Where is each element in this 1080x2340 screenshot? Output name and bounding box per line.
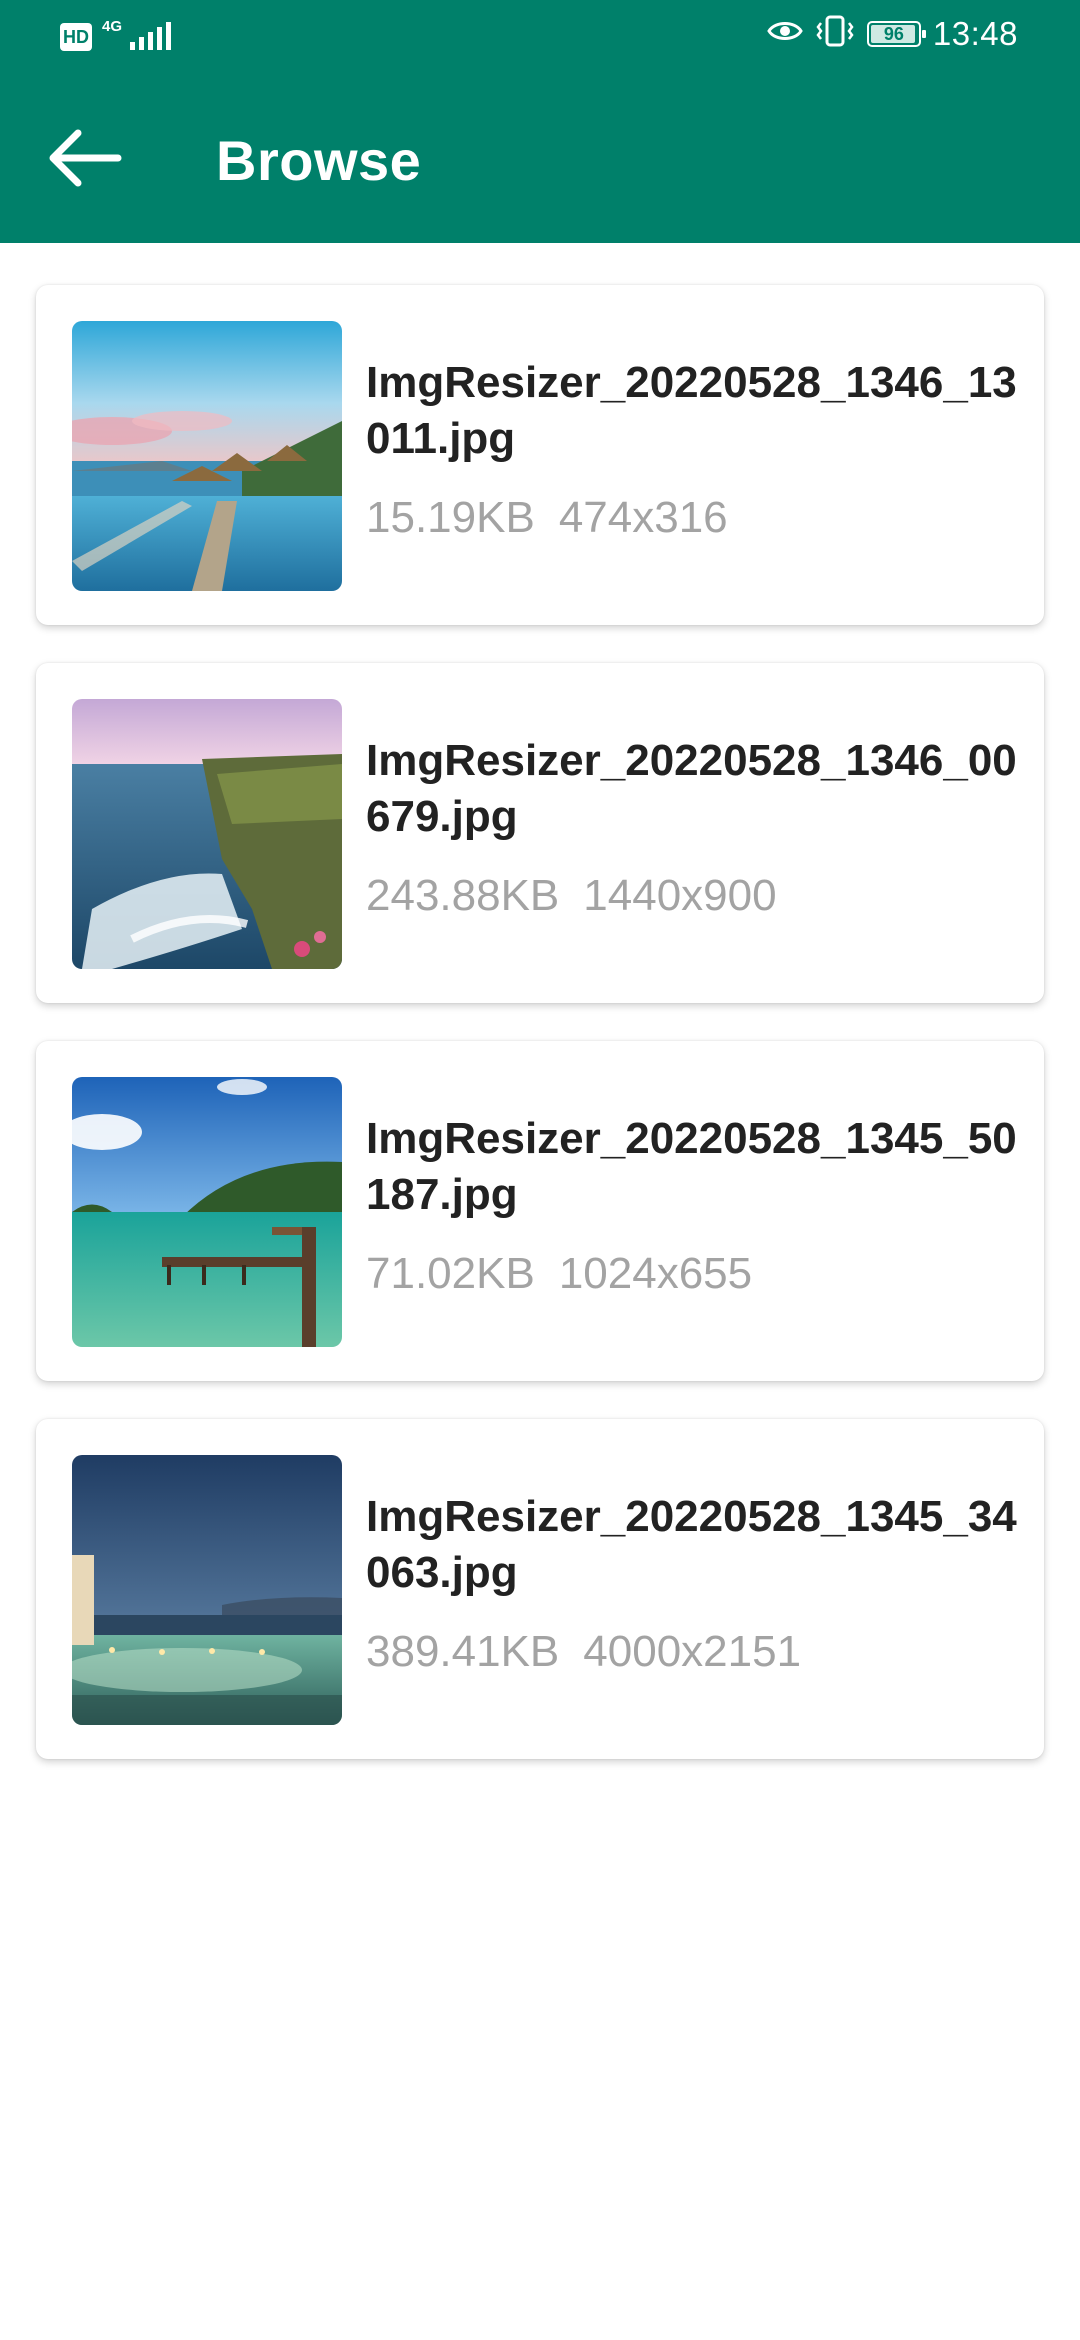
file-card[interactable]: ImgResizer_20220528_1346_13011.jpg 15.19…: [36, 285, 1044, 625]
file-thumbnail: [72, 699, 342, 969]
file-size: 15.19KB: [366, 493, 535, 542]
status-left: HD 4G: [60, 18, 194, 54]
file-list: ImgResizer_20220528_1346_13011.jpg 15.19…: [36, 285, 1044, 1797]
file-size: 243.88KB: [366, 871, 560, 920]
back-button[interactable]: [34, 108, 134, 208]
hd-badge: HD: [60, 23, 92, 51]
network-type-label: 4G: [102, 18, 123, 35]
file-dimensions: 4000x2151: [583, 1627, 802, 1676]
status-bar: HD 4G 96 13:48: [0, 0, 1080, 72]
battery-level: 96: [883, 23, 904, 44]
page-title: Browse: [216, 129, 422, 192]
file-meta: 71.02KB 1024x655: [366, 1249, 1026, 1299]
app-bar: Browse: [0, 100, 1080, 220]
file-name: ImgResizer_20220528_1345_34063.jpg: [366, 1492, 1017, 1597]
file-thumbnail: [72, 1455, 342, 1725]
file-size: 389.41KB: [366, 1627, 560, 1676]
battery-icon: 96: [866, 20, 926, 47]
file-info: ImgResizer_20220528_1345_34063.jpg 389.4…: [366, 1489, 1026, 1677]
file-meta: 389.41KB 4000x2151: [366, 1627, 1026, 1677]
battery-nub: [921, 29, 926, 38]
file-dimensions: 474x316: [558, 493, 728, 542]
file-thumbnail: [72, 1077, 342, 1347]
file-dimensions: 1440x900: [583, 871, 777, 920]
file-info: ImgResizer_20220528_1346_13011.jpg 15.19…: [366, 355, 1026, 543]
file-name: ImgResizer_20220528_1345_50187.jpg: [366, 1114, 1017, 1219]
file-card[interactable]: ImgResizer_20220528_1346_00679.jpg 243.8…: [36, 663, 1044, 1003]
file-card[interactable]: ImgResizer_20220528_1345_34063.jpg 389.4…: [36, 1419, 1044, 1759]
file-size: 71.02KB: [366, 1249, 535, 1298]
file-thumbnail: [72, 321, 342, 591]
file-meta: 15.19KB 474x316: [366, 493, 1026, 543]
file-info: ImgResizer_20220528_1346_00679.jpg 243.8…: [366, 733, 1026, 921]
status-right: 96 13:48: [767, 14, 1018, 53]
file-name: ImgResizer_20220528_1346_13011.jpg: [366, 358, 1017, 463]
arrow-left-icon: [49, 129, 122, 187]
app-screen: HD 4G 96 13:48 Browse ImgResizer_2022052…: [0, 0, 1080, 2340]
file-info: ImgResizer_20220528_1345_50187.jpg 71.02…: [366, 1111, 1026, 1299]
cellular-signal-icon: 4G: [102, 18, 194, 54]
vibrate-icon: [815, 14, 855, 53]
file-meta: 243.88KB 1440x900: [366, 871, 1026, 921]
eye-comfort-icon: [767, 18, 803, 49]
file-dimensions: 1024x655: [558, 1249, 753, 1298]
file-name: ImgResizer_20220528_1346_00679.jpg: [366, 736, 1017, 841]
top-bar: HD 4G 96 13:48 Browse: [0, 0, 1080, 243]
file-card[interactable]: ImgResizer_20220528_1345_50187.jpg 71.02…: [36, 1041, 1044, 1381]
status-time: 13:48: [932, 14, 1018, 52]
